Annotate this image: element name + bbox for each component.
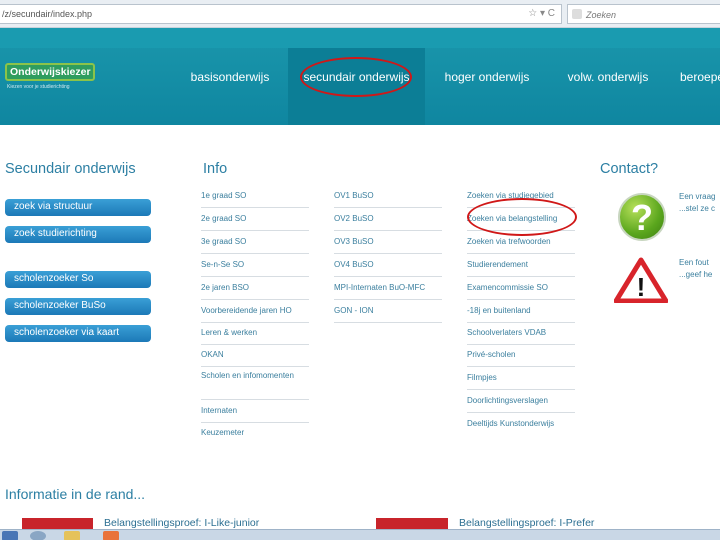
info-link[interactable]: Leren & werken: [201, 322, 309, 345]
nav-volw-onderwijs[interactable]: volw. onderwijs: [553, 48, 663, 125]
info-link[interactable]: Se-n-Se SO: [201, 254, 309, 277]
info-link[interactable]: Schoolverlaters VDAB: [467, 322, 575, 345]
browser-taskbar-icon[interactable]: [30, 531, 46, 540]
nav-basisonderwijs[interactable]: basisonderwijs: [180, 48, 280, 125]
info-link[interactable]: OV4 BuSO: [334, 254, 442, 277]
info-link[interactable]: 2e graad SO: [201, 208, 309, 231]
bookmark-refresh-icons[interactable]: ☆ ▾ C: [528, 8, 555, 19]
info-link[interactable]: OV2 BuSO: [334, 208, 442, 231]
logo-tagline: Kiezen voor je studierichting: [7, 84, 70, 90]
os-taskbar: [0, 529, 720, 540]
info-link[interactable]: 2e jaren BSO: [201, 277, 309, 300]
i-like-junior-link[interactable]: Belangstellingsproef: I-Like-junior: [104, 517, 259, 529]
folder-taskbar-icon[interactable]: [64, 531, 80, 540]
search-placeholder: Zoeken: [586, 10, 617, 20]
info-link[interactable]: GON - ION: [334, 300, 442, 323]
info-link[interactable]: Privé-scholen: [467, 344, 575, 367]
info-link[interactable]: 3e graad SO: [201, 231, 309, 254]
browser-toolbar: /z/secundair/index.php ☆ ▾ C Zoeken: [0, 0, 720, 28]
search-engine-icon: [572, 9, 582, 19]
warning-mark: !: [637, 272, 646, 302]
info-link[interactable]: Voorbereidende jaren HO: [201, 300, 309, 323]
app-taskbar-icon[interactable]: [103, 531, 119, 540]
scholenzoeker-so-button[interactable]: scholenzoeker So: [5, 271, 151, 288]
section-title-secundair: Secundair onderwijs: [5, 161, 136, 177]
info-link[interactable]: OV3 BuSO: [334, 231, 442, 254]
zoek-studierichting-button[interactable]: zoek studierichting: [5, 226, 151, 243]
info-link[interactable]: MPI-Internaten BuO-MFC: [334, 277, 442, 300]
scholenzoeker-kaart-button[interactable]: scholenzoeker via kaart: [5, 325, 151, 342]
contact-question-line1: Een vraag: [679, 192, 716, 201]
info-link[interactable]: Internaten: [201, 400, 309, 423]
zoek-via-structuur-button[interactable]: zoek via structuur: [5, 199, 151, 216]
info-link[interactable]: Studierendement: [467, 254, 575, 277]
section-title-contact: Contact?: [600, 161, 659, 177]
info-link[interactable]: Deeltijds Kunstonderwijs: [467, 413, 575, 431]
contact-error-line1: Een fout: [679, 258, 709, 267]
info-link[interactable]: Examencommissie SO: [467, 277, 575, 300]
site-logo[interactable]: Onderwijskiezer: [5, 63, 95, 81]
info-link[interactable]: Zoeken via trefwoorden: [467, 231, 575, 254]
nav-beroepen[interactable]: beroepe: [672, 48, 720, 125]
nav-hoger-onderwijs[interactable]: hoger onderwijs: [432, 48, 542, 125]
info-link[interactable]: OKAN: [201, 344, 309, 367]
warning-icon[interactable]: !: [613, 257, 669, 308]
contact-error-line2: ...geef he: [679, 270, 713, 279]
info-link[interactable]: Zoeken via belangstelling: [467, 208, 575, 231]
nav-secundair-onderwijs[interactable]: secundair onderwijs: [288, 48, 425, 125]
url-text: /z/secundair/index.php: [2, 9, 93, 19]
contact-error-text[interactable]: Een fout ...geef he: [679, 257, 712, 281]
scholenzoeker-buso-button[interactable]: scholenzoeker BuSo: [5, 298, 151, 315]
question-icon[interactable]: ?: [618, 193, 666, 241]
contact-question-text[interactable]: Een vraag ...stel ze c: [679, 191, 715, 215]
address-bar[interactable]: /z/secundair/index.php ☆ ▾ C: [0, 4, 562, 24]
info-link[interactable]: Filmpjes: [467, 367, 575, 390]
contact-question-line2: ...stel ze c: [679, 204, 716, 213]
info-link[interactable]: -18j en buitenland: [467, 300, 575, 323]
browser-search-input[interactable]: Zoeken: [567, 4, 720, 24]
section-title-informatie: Informatie in de rand...: [5, 486, 146, 502]
info-link[interactable]: 1e graad SO: [201, 185, 309, 208]
info-link[interactable]: Doorlichtingsverslagen: [467, 390, 575, 413]
info-link[interactable]: Keuzemeter: [201, 422, 309, 437]
site-header: Onderwijskiezer Kiezen voor je studieric…: [0, 28, 720, 125]
header-band: [0, 28, 720, 48]
section-title-info: Info: [203, 161, 228, 177]
start-button-icon[interactable]: [2, 531, 18, 540]
info-link[interactable]: Scholen en infomomenten: [201, 367, 309, 400]
info-link[interactable]: OV1 BuSO: [334, 185, 442, 208]
info-link[interactable]: Zoeken via studiegebied: [467, 185, 575, 208]
i-prefer-link[interactable]: Belangstellingsproef: I-Prefer: [459, 517, 594, 529]
